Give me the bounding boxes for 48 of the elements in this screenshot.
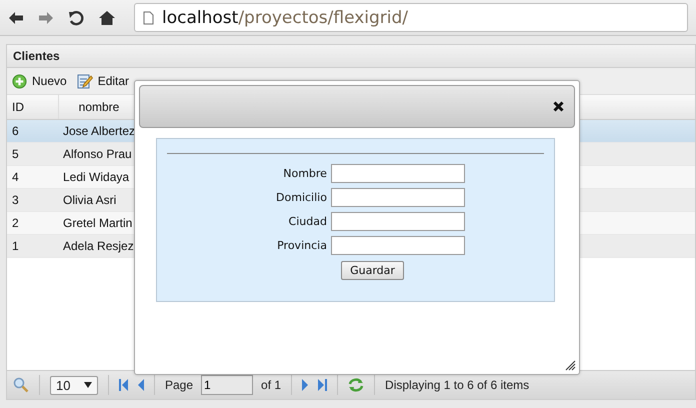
first-page-icon[interactable]	[119, 379, 129, 391]
address-bar[interactable]: localhost/proyectos/flexigrid/	[134, 3, 688, 32]
home-icon[interactable]	[98, 10, 116, 26]
field-label: Nombre	[282, 167, 327, 180]
table-cell-text: 4	[11, 170, 20, 184]
table-cell-text: 5	[11, 147, 20, 161]
last-page-icon[interactable]	[317, 379, 328, 391]
column-header[interactable]: ID	[7, 95, 59, 119]
input-field[interactable]	[330, 164, 465, 183]
page-input[interactable]: 1	[201, 375, 254, 395]
toolbar-button[interactable]: Editar	[76, 73, 130, 89]
table-cell-text: 1	[11, 239, 20, 253]
close-icon[interactable]	[553, 101, 564, 112]
grid-title: Clientes	[7, 45, 695, 68]
field-label: Domicilio	[276, 191, 327, 204]
previous-page-icon[interactable]	[137, 379, 144, 391]
table-cell-text: 3	[11, 193, 20, 207]
back-icon[interactable]	[8, 10, 24, 24]
page-count: of 1	[261, 378, 282, 392]
toolbar-button[interactable]: Nuevo	[12, 74, 67, 88]
page-icon	[143, 10, 154, 24]
resize-grip-icon[interactable]	[565, 360, 576, 371]
page-label: Page	[165, 378, 194, 392]
dropdown-arrow-icon	[84, 382, 92, 388]
reload-icon[interactable]	[68, 10, 84, 26]
pager-status: Displaying 1 to 6 of 6 items	[385, 378, 530, 392]
next-page-icon[interactable]	[302, 379, 310, 391]
table-cell-text: Gretel Martin	[62, 216, 133, 230]
input-field[interactable]	[330, 188, 465, 207]
url-text: localhost/proyectos/flexigrid/	[162, 8, 408, 28]
input-field[interactable]	[330, 212, 465, 231]
refresh-icon[interactable]	[348, 377, 364, 393]
table-cell-text: 2	[11, 216, 20, 230]
table-cell-text: Alfonso Prau	[62, 147, 133, 161]
per-page-select[interactable]: 10	[50, 376, 98, 394]
table-cell-text: Ledi Widaya	[62, 170, 130, 184]
save-button[interactable]: Guardar	[341, 261, 404, 280]
forward-icon[interactable]	[38, 10, 54, 24]
plus-icon	[12, 74, 27, 88]
table-cell-text: Adela Resjez	[62, 239, 133, 253]
field-label: Provincia	[276, 239, 327, 252]
table-cell-text: Olivia Asri	[62, 193, 118, 207]
search-icon[interactable]	[13, 377, 29, 393]
field-label: Ciudad	[288, 215, 327, 228]
table-cell-text: 6	[11, 124, 20, 138]
table-cell-text: Jose Albertez	[62, 124, 133, 138]
notepad-pencil-icon	[76, 73, 93, 89]
input-field[interactable]	[330, 236, 465, 255]
